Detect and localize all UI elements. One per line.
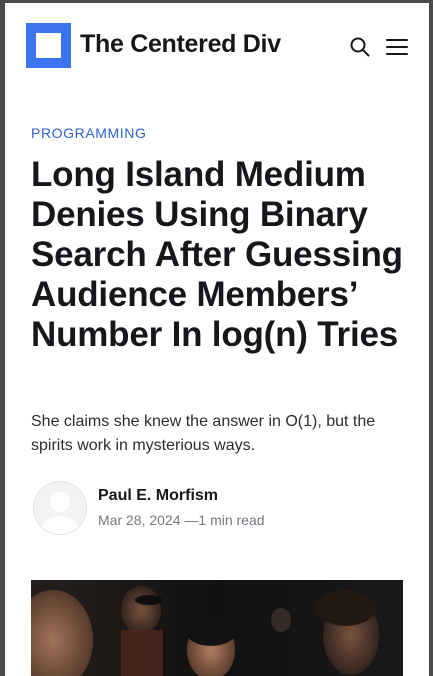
- search-icon: [350, 37, 370, 57]
- search-button[interactable]: [348, 35, 372, 59]
- article-title: Long Island Medium Denies Using Binary S…: [31, 155, 403, 354]
- hero-image: [31, 580, 403, 676]
- window-frame-left: [0, 0, 5, 676]
- default-avatar-icon: [34, 482, 86, 534]
- read-time: 1 min read: [198, 512, 265, 528]
- site-header: The Centered Div: [5, 3, 429, 85]
- post-date: Mar 28, 2024: [98, 512, 181, 528]
- meta-separator: —: [184, 512, 199, 528]
- hamburger-menu-icon: [386, 39, 408, 55]
- article-excerpt: She claims she knew the answer in O(1), …: [31, 413, 376, 454]
- audience-photo: [31, 580, 403, 676]
- author-name[interactable]: Paul E. Morfism: [98, 487, 218, 505]
- window-frame-right: [429, 0, 433, 676]
- square-logo-icon[interactable]: [26, 23, 71, 68]
- site-title[interactable]: The Centered Div: [80, 30, 281, 59]
- category-tag[interactable]: PROGRAMMING: [31, 125, 147, 141]
- post-meta: Mar 28, 2024 —1 min read: [98, 512, 265, 528]
- author-avatar[interactable]: [33, 481, 87, 535]
- menu-button[interactable]: [385, 35, 409, 59]
- author-byline: Paul E. Morfism Mar 28, 2024 —1 min read: [31, 479, 391, 537]
